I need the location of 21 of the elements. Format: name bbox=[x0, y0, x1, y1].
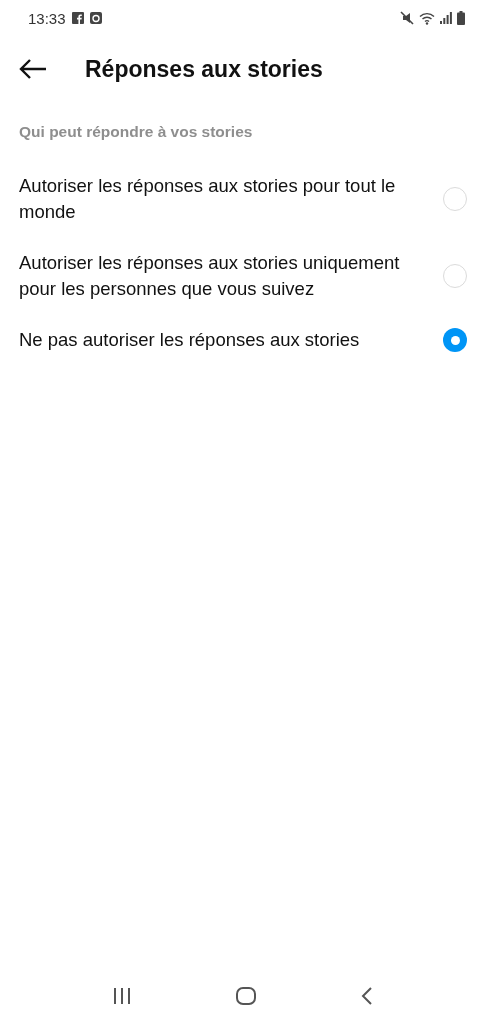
wifi-icon bbox=[419, 11, 435, 25]
radio-button[interactable] bbox=[443, 328, 467, 352]
option-label: Autoriser les réponses aux stories pour tout le monde bbox=[19, 174, 397, 224]
option-label: Autoriser les réponses aux stories uniquement pour les personnes que vous suivez bbox=[19, 251, 401, 301]
back-button[interactable] bbox=[18, 58, 47, 80]
radio-option[interactable]: Autoriser les réponses aux stories uniquement pour les personnes que vous suivez bbox=[0, 238, 485, 315]
back-arrow-icon bbox=[18, 58, 47, 80]
battery-icon bbox=[457, 11, 465, 25]
status-time: 13:33 bbox=[28, 9, 66, 27]
recent-apps-icon bbox=[112, 988, 131, 1004]
section-heading: Qui peut répondre à vos stories bbox=[19, 123, 253, 140]
back-chevron-icon bbox=[360, 987, 373, 1005]
app-notification-icon bbox=[89, 12, 102, 24]
mute-icon bbox=[400, 11, 414, 25]
option-label: Ne pas autoriser les réponses aux stories bbox=[19, 328, 361, 352]
signal-icon bbox=[440, 12, 452, 24]
facebook-icon bbox=[71, 12, 84, 24]
page-title: Réponses aux stories bbox=[85, 55, 323, 83]
radio-option[interactable]: Autoriser les réponses aux stories pour tout le monde bbox=[0, 161, 485, 238]
home-icon bbox=[235, 987, 256, 1005]
radio-option[interactable]: Ne pas autoriser les réponses aux stories bbox=[0, 315, 485, 366]
